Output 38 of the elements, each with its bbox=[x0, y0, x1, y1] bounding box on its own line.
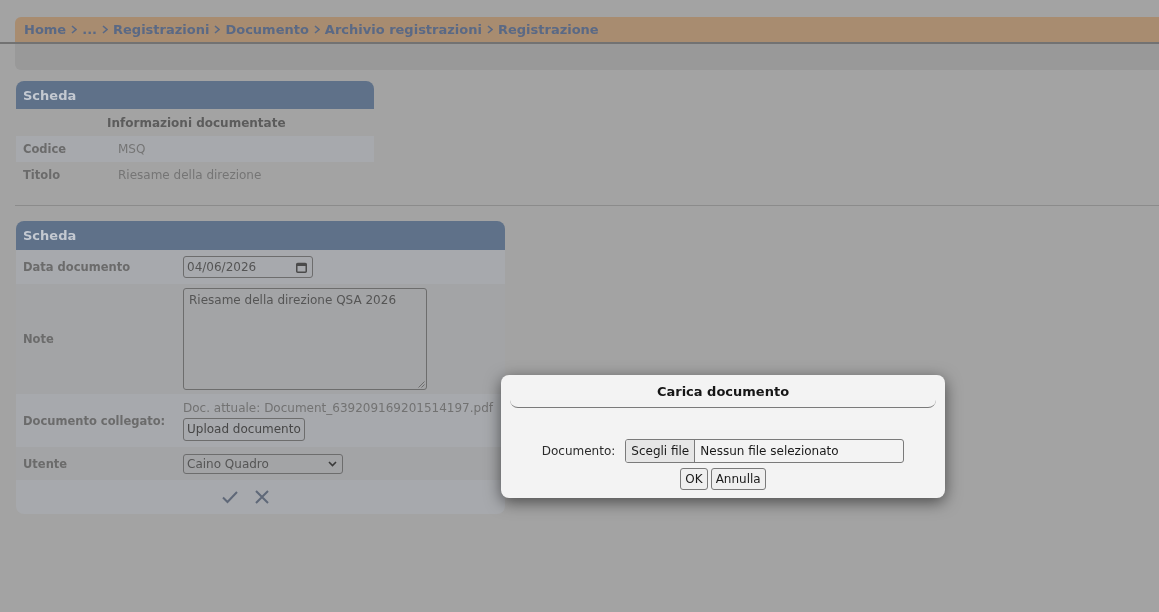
chevron-right-icon bbox=[71, 25, 78, 34]
breadcrumb-link[interactable]: Registrazioni bbox=[113, 22, 210, 37]
file-status-text: Nessun file selezionato bbox=[699, 444, 839, 458]
close-icon[interactable] bbox=[253, 490, 270, 504]
panel-header: Scheda bbox=[16, 221, 505, 250]
chevron-right-icon bbox=[313, 25, 320, 34]
date-field[interactable]: 04/06/2026 bbox=[183, 256, 313, 278]
panel-header: Scheda bbox=[16, 81, 374, 109]
breadcrumb-link[interactable]: Documento bbox=[225, 22, 309, 37]
check-icon[interactable] bbox=[221, 490, 238, 504]
breadcrumb-link[interactable]: Archivio registrazioni bbox=[324, 22, 482, 37]
dialog-button[interactable]: Annulla bbox=[710, 468, 766, 490]
field-label: Codice bbox=[23, 142, 67, 156]
choose-file-button[interactable]: Scegli file bbox=[626, 440, 696, 462]
calendar-icon[interactable] bbox=[296, 261, 307, 273]
field-label: Note bbox=[23, 332, 54, 346]
breadcrumb-link[interactable]: ... bbox=[82, 22, 97, 37]
chevron-down-icon[interactable] bbox=[328, 460, 337, 467]
breadcrumb-link[interactable]: Home bbox=[24, 22, 67, 37]
current-document-text: Doc. attuale: Document_639209169201514197.pdf bbox=[183, 400, 493, 415]
chevron-right-icon bbox=[486, 25, 493, 34]
field-label: Utente bbox=[23, 456, 68, 471]
notes-textarea[interactable]: Riesame della direzione QSA 2026 bbox=[183, 288, 427, 390]
field-label: Documento: bbox=[541, 444, 616, 458]
field-value: MSQ bbox=[118, 142, 146, 156]
field-label: Data documento bbox=[23, 260, 131, 274]
upload-button[interactable]: Upload documento bbox=[183, 417, 305, 441]
field-label: Titolo bbox=[23, 168, 61, 182]
file-input[interactable]: Scegli file Nessun file selezionato bbox=[625, 439, 905, 463]
dialog-button[interactable]: OK bbox=[680, 468, 708, 490]
resize-grip-icon[interactable] bbox=[418, 381, 425, 388]
chevron-right-icon bbox=[214, 25, 221, 34]
user-select[interactable]: Caino Quadro bbox=[183, 453, 343, 474]
chevron-right-icon bbox=[102, 25, 108, 34]
dialog-title: Carica documento bbox=[656, 383, 790, 399]
field-label: Documento collegato: bbox=[23, 413, 166, 428]
section-heading: Informazioni documentate bbox=[106, 114, 287, 132]
breadcrumb-link[interactable]: Registrazione bbox=[497, 22, 599, 37]
